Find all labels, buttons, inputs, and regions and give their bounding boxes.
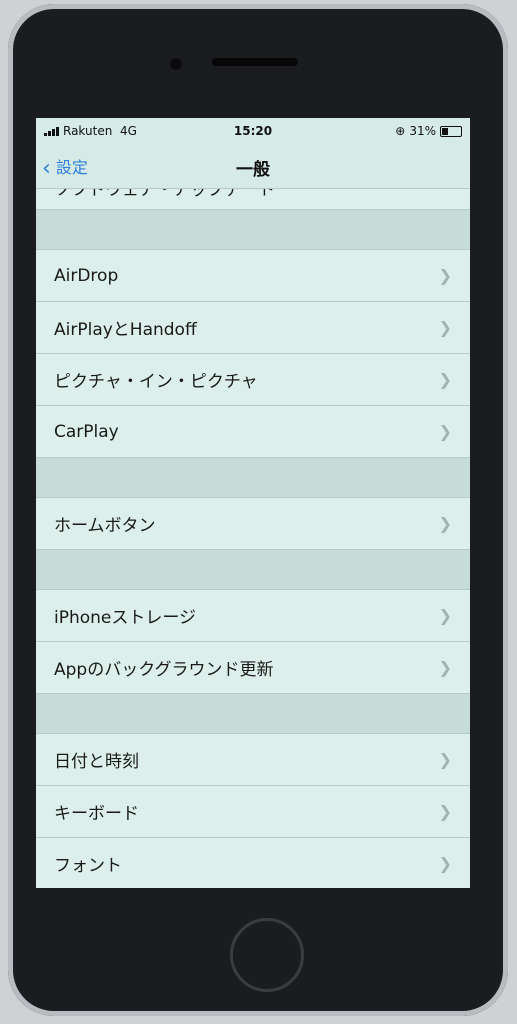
battery-icon xyxy=(440,125,462,137)
chevron-right-icon: ❯ xyxy=(438,750,452,769)
row-label: フォント xyxy=(54,856,122,876)
list-item[interactable]: キーボード ❯ xyxy=(36,786,470,838)
chevron-left-icon: ‹ xyxy=(42,156,51,181)
navigation-bar: ‹ 設定 一般 xyxy=(36,144,470,189)
status-bar: Rakuten 4G 15:20 ⊕ 31% xyxy=(36,118,470,144)
clock: 15:20 xyxy=(233,124,273,138)
row-label: AirDrop xyxy=(54,265,119,286)
chevron-right-icon: ❯ xyxy=(438,318,452,337)
list-item[interactable]: フォント ❯ xyxy=(36,838,470,888)
screen: Rakuten 4G 15:20 ⊕ 31% ‹ 設定 一般 ソフトウェア・アップ… xyxy=(36,118,470,888)
earpiece-speaker xyxy=(212,58,298,66)
list-item[interactable]: 日付と時刻 ❯ xyxy=(36,734,470,786)
list-item[interactable]: ホームボタン ❯ xyxy=(36,498,470,550)
row-label: Appのバックグラウンド更新 xyxy=(54,660,274,680)
row-label: 日付と時刻 xyxy=(54,752,139,772)
home-button[interactable] xyxy=(230,918,304,992)
list-item[interactable]: iPhoneストレージ ❯ xyxy=(36,590,470,642)
chevron-right-icon: ❯ xyxy=(438,370,452,389)
group-spacer xyxy=(36,550,470,590)
list-item-software-update[interactable]: ソフトウェア・アップデート xyxy=(36,189,470,210)
front-camera xyxy=(170,58,182,70)
group-spacer xyxy=(36,210,470,250)
chevron-right-icon: ❯ xyxy=(438,422,452,441)
list-item[interactable]: Appのバックグラウンド更新 ❯ xyxy=(36,642,470,694)
row-label: AirPlayとHandoff xyxy=(54,320,197,340)
group-spacer xyxy=(36,458,470,498)
list-item[interactable]: ピクチャ・イン・ピクチャ ❯ xyxy=(36,354,470,406)
chevron-right-icon: ❯ xyxy=(438,266,452,285)
list-item[interactable]: AirDrop ❯ xyxy=(36,250,470,302)
row-label: ソフトウェア・アップデート xyxy=(54,189,275,200)
row-label: キーボード xyxy=(54,804,139,824)
back-label: 設定 xyxy=(55,158,88,177)
list-item[interactable]: CarPlay ❯ xyxy=(36,406,470,458)
row-label: ホームボタン xyxy=(54,516,156,536)
row-label: CarPlay xyxy=(54,421,119,442)
row-label: ピクチャ・イン・ピクチャ xyxy=(54,372,258,392)
row-label: iPhoneストレージ xyxy=(54,608,197,628)
group-spacer xyxy=(36,694,470,734)
list-item[interactable]: AirPlayとHandoff ❯ xyxy=(36,302,470,354)
page-title: 一般 xyxy=(236,160,270,180)
chevron-right-icon: ❯ xyxy=(438,854,452,873)
chevron-right-icon: ❯ xyxy=(438,606,452,625)
settings-list: AirDrop ❯ AirPlayとHandoff ❯ ピクチャ・イン・ピクチャ ❯ Car… xyxy=(36,210,470,888)
chevron-right-icon: ❯ xyxy=(438,658,452,677)
back-button[interactable]: ‹ 設定 xyxy=(42,154,88,181)
chevron-right-icon: ❯ xyxy=(438,802,452,821)
chevron-right-icon: ❯ xyxy=(438,514,452,533)
